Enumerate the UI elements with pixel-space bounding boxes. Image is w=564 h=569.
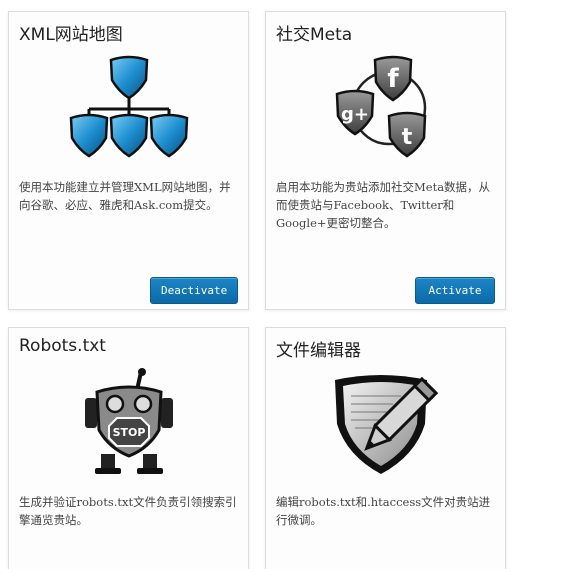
sitemap-icon: [9, 54, 248, 164]
module-title: Robots.txt: [19, 336, 106, 356]
svg-text:t: t: [401, 125, 412, 150]
svg-text:g+: g+: [341, 104, 369, 125]
module-description: 使用本功能建立并管理XML网站地图，并向谷歌、必应、雅虎和Ask.com提交。: [19, 180, 231, 212]
module-description: 编辑robots.txt和.htaccess文件对贵站进行微调。: [276, 495, 491, 527]
robot-stop-icon: STOP: [9, 368, 248, 478]
module-description: 启用本功能为贵站添加社交Meta数据，从而使贵站与Facebook、Twitte…: [276, 180, 491, 230]
module-title: XML网站地图: [19, 25, 123, 45]
svg-text:f: f: [387, 64, 399, 94]
deactivate-button[interactable]: Deactivate: [150, 277, 238, 304]
module-card-file-editor: 文件编辑器 编辑robots.txt和.htaccess文件对贵站进行微调。: [265, 327, 506, 569]
module-title: 社交Meta: [276, 25, 353, 45]
activate-button[interactable]: Activate: [415, 277, 495, 304]
module-card-xml-sitemap: XML网站地图 使用本功能建立并管理XML网站地图，并向谷歌、必应、雅虎和Ask…: [8, 11, 249, 310]
module-card-robots-txt: Robots.txt STOP 生成并验证robots.txt文件负责引领搜索引…: [8, 327, 249, 569]
module-description: 生成并验证robots.txt文件负责引领搜索引擎通览贵站。: [19, 495, 237, 527]
svg-text:STOP: STOP: [112, 426, 145, 439]
file-editor-icon: [266, 368, 505, 478]
module-title: 文件编辑器: [276, 341, 361, 361]
social-meta-icon: f g+ t: [266, 54, 505, 164]
module-card-social-meta: 社交Meta f g+ t 启用本功能为贵站添加社交Meta数据，从而使贵站与F…: [265, 11, 506, 310]
